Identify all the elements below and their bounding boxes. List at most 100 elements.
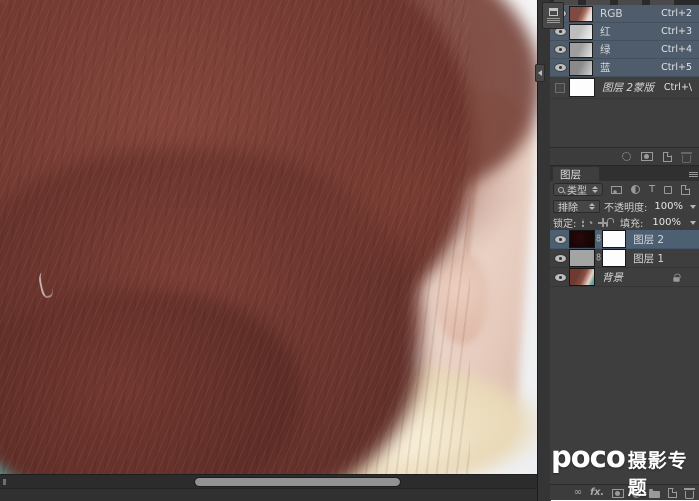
- opacity-value[interactable]: 100%: [654, 201, 683, 212]
- empty-visibility-box: [555, 83, 565, 93]
- layer-row-layer1[interactable]: 8 图层 1: [550, 249, 699, 268]
- eye-icon: [555, 255, 566, 262]
- updown-arrows-icon: [589, 203, 595, 210]
- document-canvas[interactable]: [0, 0, 537, 474]
- filter-pixel-layers-icon[interactable]: [611, 186, 622, 194]
- opacity-label: 不透明度:: [604, 199, 647, 214]
- lock-pixels-icon[interactable]: [589, 221, 593, 225]
- layer-thumbnail[interactable]: [570, 231, 594, 247]
- chevron-down-icon[interactable]: [690, 221, 696, 225]
- channel-label: 红: [600, 24, 611, 39]
- eye-icon: [555, 28, 566, 35]
- filter-shape-layers-icon[interactable]: [664, 186, 672, 194]
- layer-row-background[interactable]: 背景: [550, 268, 699, 287]
- layer-filter-row: 类型 T: [550, 181, 699, 198]
- blend-mode-select[interactable]: 排除: [553, 200, 600, 213]
- panel-menu-icon[interactable]: [689, 172, 698, 177]
- filter-type-select[interactable]: 类型: [553, 183, 603, 196]
- watermark-title-line: poco 摄影专题: [551, 444, 699, 500]
- panel-dock: RGB Ctrl+2 红 Ctrl+3 绿 Ctrl+4 蓝 Ctrl+5 图层…: [550, 0, 699, 501]
- channel-label: 图层 2蒙版: [602, 80, 654, 95]
- layer-name[interactable]: 图层 1: [633, 251, 664, 266]
- channel-row-layer-mask[interactable]: 图层 2蒙版 Ctrl+\: [550, 77, 699, 99]
- poco-logo: poco: [551, 444, 625, 470]
- tab-layers[interactable]: 图层: [553, 167, 599, 182]
- channel-shortcut: Ctrl+5: [661, 62, 692, 73]
- fill-label: 填充:: [620, 215, 643, 230]
- mask-link-icon[interactable]: 8: [596, 253, 601, 263]
- channel-shortcut: Ctrl+3: [661, 26, 692, 37]
- lock-row: 锁定: 填充: 100%: [550, 215, 699, 230]
- photoshop-workspace: RGB Ctrl+2 红 Ctrl+3 绿 Ctrl+4 蓝 Ctrl+5 图层…: [0, 0, 699, 501]
- lock-transparency-icon[interactable]: [582, 219, 584, 227]
- collapse-left-arrow-icon: [538, 70, 542, 76]
- blend-mode-row: 排除 不透明度: 100%: [550, 199, 699, 214]
- channel-row-green[interactable]: 绿 Ctrl+4: [550, 41, 699, 59]
- visibility-toggle[interactable]: [555, 236, 570, 243]
- photo-hair-strands-texture: [0, 0, 470, 474]
- chevron-down-icon[interactable]: [690, 205, 696, 209]
- visibility-toggle[interactable]: [555, 255, 570, 262]
- channel-shortcut: Ctrl+4: [661, 44, 692, 55]
- eye-icon: [555, 46, 566, 53]
- blend-mode-value: 排除: [558, 199, 578, 214]
- filter-kind-icons: T: [611, 185, 690, 195]
- panel-grid-icon: [549, 8, 558, 16]
- channels-empty-area: [550, 99, 699, 147]
- channel-shortcut: Ctrl+\: [664, 82, 692, 93]
- eye-icon: [555, 236, 566, 243]
- dock-collapse-handle[interactable]: [535, 64, 545, 82]
- filter-type-layers-icon[interactable]: T: [649, 185, 655, 195]
- panel-label-lines: [547, 18, 560, 23]
- updown-arrows-icon: [592, 186, 598, 193]
- search-icon: [558, 187, 564, 193]
- filter-type-label: 类型: [567, 182, 587, 197]
- filter-adjustment-layers-icon[interactable]: [631, 185, 640, 194]
- visibility-toggle[interactable]: [555, 64, 570, 71]
- fill-value[interactable]: 100%: [652, 217, 681, 228]
- layers-panel-header: 图层: [550, 165, 699, 181]
- layer-mask-thumbnail[interactable]: [603, 231, 625, 247]
- channel-thumbnail: [570, 43, 592, 57]
- lock-all-icon[interactable]: [606, 222, 608, 227]
- lock-label: 锁定:: [553, 215, 576, 230]
- channel-row-red[interactable]: 红 Ctrl+3: [550, 23, 699, 41]
- layer-name[interactable]: 图层 2: [633, 232, 664, 247]
- filter-smart-object-icon[interactable]: [681, 185, 690, 195]
- layer-name[interactable]: 背景: [602, 270, 623, 285]
- channels-bottom-bar: [550, 147, 699, 165]
- scrollbar-left-nub: [3, 479, 6, 485]
- eye-icon: [555, 64, 566, 71]
- status-bar: [0, 488, 537, 501]
- channel-thumbnail: [570, 7, 592, 21]
- new-channel-icon[interactable]: [663, 152, 672, 162]
- channel-label: 蓝: [600, 60, 611, 75]
- horizontal-scrollbar[interactable]: [0, 474, 537, 488]
- mask-link-icon[interactable]: 8: [596, 234, 601, 244]
- background-lock-icon: [673, 277, 679, 282]
- visibility-toggle[interactable]: [555, 46, 570, 53]
- eye-icon: [555, 274, 566, 281]
- layer-row-layer2[interactable]: 8 图层 2: [550, 230, 699, 249]
- poco-watermark: poco 摄影专题 http://photo.poco.cn/: [551, 444, 699, 501]
- channel-row-blue[interactable]: 蓝 Ctrl+5: [550, 59, 699, 77]
- layer-thumbnail[interactable]: [570, 250, 594, 266]
- horizontal-scrollbar-thumb[interactable]: [195, 478, 400, 486]
- layer-mask-thumbnail[interactable]: [603, 250, 625, 266]
- visibility-toggle[interactable]: [555, 28, 570, 35]
- visibility-toggle[interactable]: [555, 274, 570, 281]
- channel-thumbnail: [570, 61, 592, 75]
- layer-thumbnail[interactable]: [570, 269, 594, 285]
- channel-label: RGB: [600, 8, 623, 20]
- load-selection-icon[interactable]: [622, 152, 631, 161]
- mask-thumbnail: [570, 79, 594, 96]
- watermark-title: 摄影专题: [628, 446, 699, 500]
- channel-thumbnail: [570, 25, 592, 39]
- collapsed-panel-button[interactable]: [542, 2, 564, 29]
- lock-position-icon[interactable]: [598, 218, 600, 227]
- channel-shortcut: Ctrl+2: [661, 8, 692, 19]
- save-selection-as-channel-icon[interactable]: [641, 152, 653, 161]
- delete-channel-icon[interactable]: [682, 155, 691, 163]
- visibility-toggle[interactable]: [555, 83, 570, 93]
- channel-row-rgb[interactable]: RGB Ctrl+2: [550, 5, 699, 23]
